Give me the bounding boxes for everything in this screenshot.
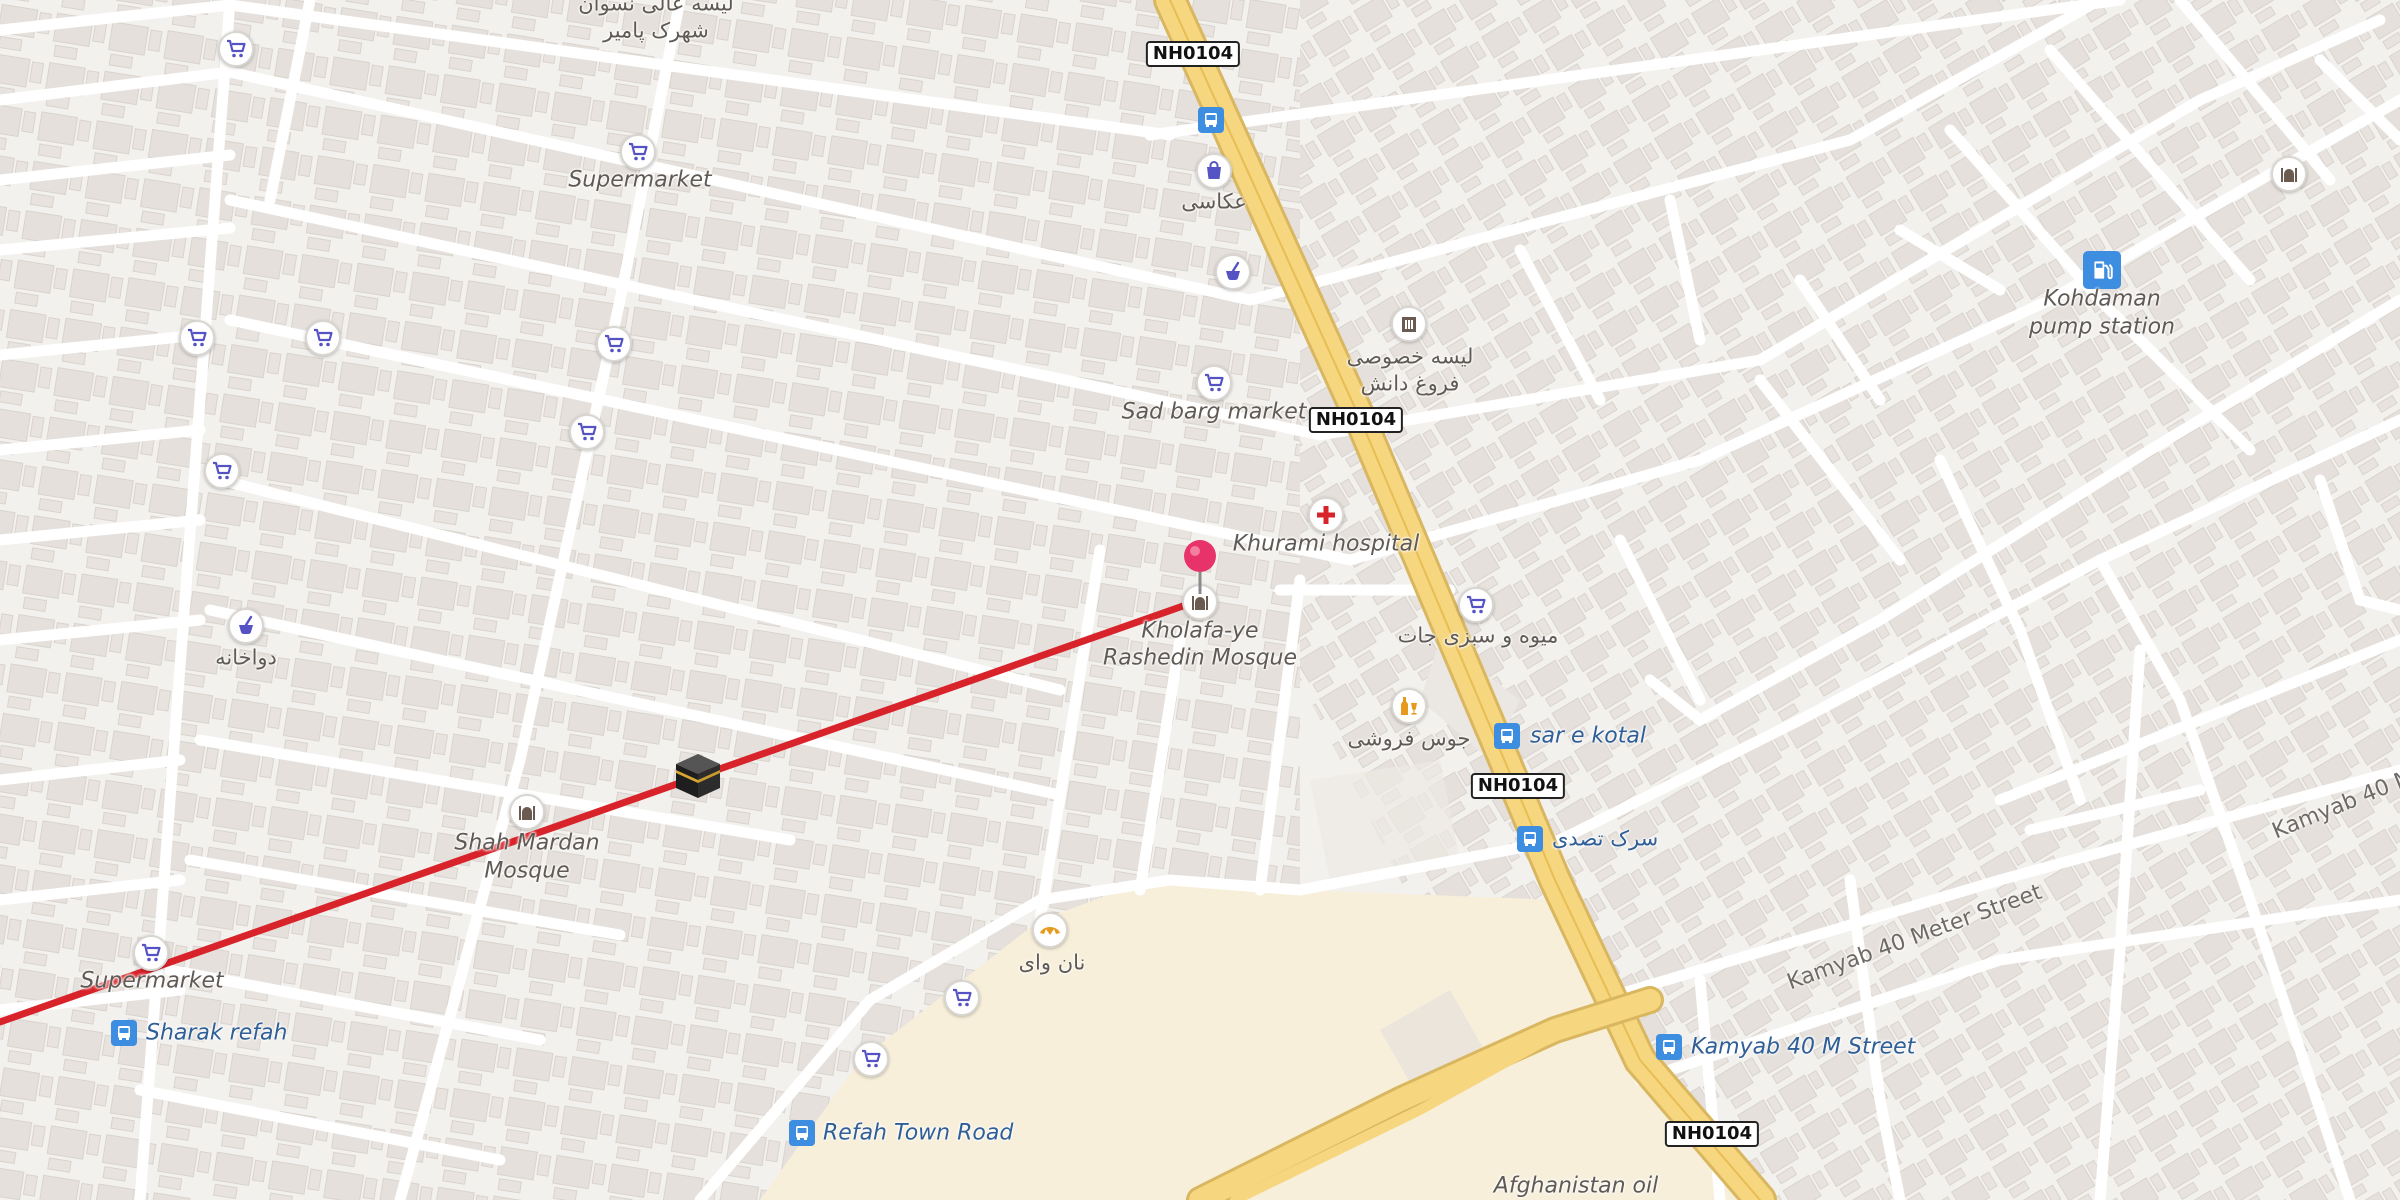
mosque-icon[interactable]: [2271, 156, 2307, 192]
label-sar-e-kotal: sar e kotal: [1530, 723, 1646, 749]
supermarket-icon[interactable]: [944, 980, 980, 1016]
label-supermarket-top: Supermarket: [568, 167, 712, 193]
road-shield: NH0104: [1308, 407, 1404, 433]
road-shield: NH0104: [1664, 1121, 1760, 1147]
supermarket-icon[interactable]: [620, 134, 656, 170]
label-sad-barg-market: Sad barg market: [1121, 399, 1307, 425]
label-photo-studio: عکاسی: [1181, 189, 1247, 214]
school-icon[interactable]: [1391, 306, 1427, 342]
label-pharmacy: دواخانه: [215, 645, 277, 670]
label-sarak-tasdi: سرک تصدی: [1552, 826, 1659, 851]
label-kohdaman-line2: pump station: [2028, 314, 2176, 340]
bottle-glass-icon[interactable]: [1391, 688, 1427, 724]
supermarket-icon[interactable]: [596, 326, 632, 362]
label-forough-danesh: فروغ دانش: [1360, 371, 1460, 396]
road-shield: NH0104: [1145, 41, 1241, 67]
supermarket-icon[interactable]: [218, 31, 254, 67]
supermarket-icon[interactable]: [204, 453, 240, 489]
label-shah-mardan-mosque-line1: Shah Mardan: [454, 830, 600, 856]
label-juice-shop: جوس فروشی: [1347, 726, 1471, 751]
croissant-icon[interactable]: [1032, 912, 1068, 948]
bus-stop-icon[interactable]: [111, 1020, 137, 1046]
road-shield: NH0104: [1470, 773, 1566, 799]
label-sharak-refah: Sharak refah: [146, 1020, 288, 1046]
supermarket-icon[interactable]: [133, 935, 169, 971]
location-pin-icon[interactable]: [1180, 538, 1220, 598]
supermarket-icon[interactable]: [305, 320, 341, 356]
bus-stop-icon[interactable]: [1656, 1034, 1682, 1060]
label-supermarket-bottom: Supermarket: [80, 968, 224, 994]
supermarket-icon[interactable]: [853, 1041, 889, 1077]
label-khurami-hospital: Khurami hospital: [1232, 531, 1420, 557]
label-kholafa-mosque-line1: Kholafa-ye: [1141, 618, 1259, 644]
label-refah-town-road: Refah Town Road: [823, 1120, 1014, 1146]
fuel-pump-icon[interactable]: [2083, 251, 2121, 289]
label-afghanistan-oil: Afghanistan oil: [1493, 1173, 1659, 1199]
label-kohdaman-line1: Kohdaman: [2043, 286, 2161, 312]
label-kamyab-40m-street: Kamyab 40 M Street: [1691, 1034, 1916, 1060]
label-fruit-vegetable-shop: میوه و سبزی جات: [1397, 623, 1559, 648]
shopping-bag-icon[interactable]: [1196, 153, 1232, 189]
mortar-pestle-icon[interactable]: [228, 608, 264, 644]
label-pamir-town: شهرک پامیر: [603, 18, 709, 43]
supermarket-icon[interactable]: [179, 320, 215, 356]
supermarket-icon[interactable]: [1196, 365, 1232, 401]
label-girls-high-school: لیسه عالی نسوان: [578, 0, 734, 16]
kaaba-icon: [676, 754, 720, 798]
bus-stop-icon[interactable]: [1198, 107, 1224, 133]
label-shah-mardan-mosque-line2: Mosque: [484, 858, 570, 884]
supermarket-icon[interactable]: [569, 414, 605, 450]
mortar-pestle-icon[interactable]: [1215, 254, 1251, 290]
label-private-high-school: لیسه خصوصی: [1346, 344, 1474, 369]
bus-stop-icon[interactable]: [1494, 723, 1520, 749]
bus-stop-icon[interactable]: [1517, 826, 1543, 852]
mosque-icon[interactable]: [509, 794, 545, 830]
label-bakery: نان وای: [1018, 950, 1086, 975]
label-kholafa-mosque-line2: Rashedin Mosque: [1102, 645, 1298, 671]
red-cross-icon[interactable]: [1308, 497, 1344, 533]
bus-stop-icon[interactable]: [789, 1120, 815, 1146]
supermarket-icon[interactable]: [1458, 587, 1494, 623]
